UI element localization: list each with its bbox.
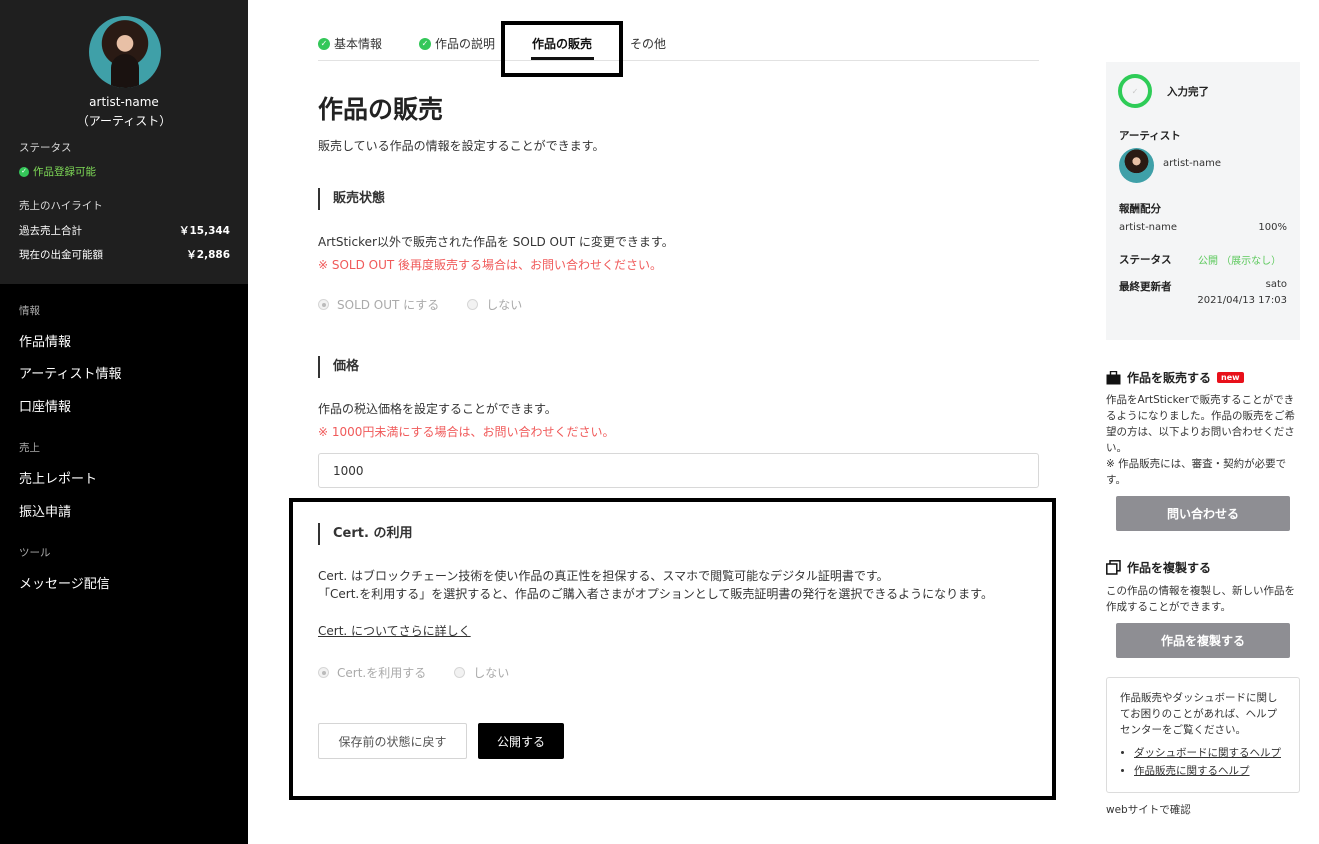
radio-circle[interactable] [454, 667, 466, 678]
sidebar-profile: artist-name （アーティスト） ステータス ✓ 作品登録可能 売上のハ… [0, 0, 248, 284]
status-badge: ✓ 作品登録可能 [19, 164, 96, 179]
help-links: ダッシュボードに関するヘルプ 作品販売に関するヘルプ [1120, 744, 1286, 780]
artist-name: artist-name [89, 95, 159, 109]
annotation-box-tab [501, 21, 623, 77]
check-icon: ✓ [19, 166, 29, 177]
page-description: 販売している作品の情報を設定することができます。 [318, 139, 605, 153]
section-heading-sale-status: 販売状態 [318, 188, 385, 210]
sidebar-item-transfer-request[interactable]: 振込申請 [19, 501, 71, 520]
duplicate-button[interactable]: 作品を複製する [1116, 623, 1290, 658]
price-input[interactable] [318, 453, 1039, 488]
tab-other[interactable]: その他 [630, 35, 666, 52]
updated-by: sato [1265, 279, 1287, 290]
radio-label: しない [473, 666, 510, 680]
progress-label: 入力完了 [1167, 86, 1209, 98]
radio-circle[interactable] [318, 299, 329, 310]
page-title: 作品の販売 [318, 95, 444, 124]
highlight-label: 売上のハイライト [19, 200, 103, 212]
contact-button[interactable]: 問い合わせる [1116, 496, 1290, 531]
radio-use-cert[interactable]: Cert.を利用する [318, 664, 426, 681]
summary-card: ✓ 入力完了 アーティスト artist-name 報酬配分 artist-na… [1106, 62, 1300, 340]
copy-heading: 作品を複製する [1106, 559, 1211, 576]
price-text: 作品の税込価格を設定することができます。 [318, 402, 557, 416]
copy-description: この作品の情報を複製し、新しい作品を作成することができます。 [1106, 585, 1295, 613]
artist-name: artist-name [1163, 158, 1222, 169]
briefcase-icon [1106, 370, 1121, 385]
radio-label: しない [486, 298, 523, 312]
radio-circle[interactable] [318, 667, 329, 678]
tab-basic-info[interactable]: ✓ 基本情報 [318, 35, 382, 52]
section-tools: ツール [19, 547, 51, 559]
withdrawable-row: 現在の出金可能額 ￥2,886 [19, 247, 230, 262]
progress-ring-icon: ✓ [1118, 74, 1152, 108]
copy-heading-text: 作品を複製する [1127, 561, 1212, 575]
sale-status-radio-group: SOLD OUT にする しない [318, 296, 522, 313]
help-box: 作品販売やダッシュボードに関してお困りのことがあれば、ヘルプセンターをご覧くださ… [1106, 677, 1300, 793]
help-link-sales[interactable]: 作品販売に関するヘルプ [1134, 762, 1286, 780]
cert-text-1: Cert. はブロックチェーン技術を使い作品の真正性を担保する、スマホで閲覧可能… [318, 569, 889, 583]
withdrawable-value: ￥2,886 [186, 249, 230, 261]
help-link-dashboard[interactable]: ダッシュボードに関するヘルプ [1134, 744, 1286, 762]
revert-button[interactable]: 保存前の状態に戻す [318, 723, 467, 759]
radio-no-cert[interactable]: しない [454, 664, 509, 681]
web-confirm-link[interactable]: webサイトで確認 [1106, 802, 1191, 817]
radio-sold-out[interactable]: SOLD OUT にする [318, 296, 439, 313]
share-label: 報酬配分 [1119, 203, 1161, 215]
status-label: ステータス [19, 142, 72, 154]
avatar[interactable] [89, 16, 161, 88]
total-sales-label: 過去売上合計 [19, 225, 82, 237]
cert-learn-more-link[interactable]: Cert. についてさらに詳しく [318, 622, 471, 639]
sidebar-item-artwork-info[interactable]: 作品情報 [19, 331, 71, 350]
radio-not-sold-out[interactable]: しない [467, 296, 522, 313]
tab-bar: ✓ 基本情報 ✓ 作品の説明 作品の販売 その他 [318, 30, 1039, 61]
cert-radio-group: Cert.を利用する しない [318, 664, 509, 681]
tab-label: 基本情報 [334, 37, 383, 51]
tab-label: 作品の説明 [435, 37, 496, 51]
avatar [1119, 148, 1154, 183]
sell-heading-text: 作品を販売する [1127, 371, 1212, 385]
sidebar-item-sales-report[interactable]: 売上レポート [19, 468, 97, 487]
section-info: 情報 [19, 305, 40, 317]
artist-label: アーティスト [1119, 130, 1181, 142]
updated-label: 最終更新者 [1119, 281, 1172, 293]
help-text: 作品販売やダッシュボードに関してお困りのことがあれば、ヘルプセンターをご覧くださ… [1120, 692, 1278, 736]
total-sales-row: 過去売上合計 ￥15,344 [19, 223, 230, 238]
tab-label: その他 [630, 37, 667, 51]
sale-status-text: ArtSticker以外で販売された作品を SOLD OUT に変更できます。 [318, 235, 674, 249]
radio-label: SOLD OUT にする [337, 298, 440, 312]
section-heading-cert: Cert. の利用 [318, 523, 412, 545]
updated-at: 2021/04/13 17:03 [1197, 295, 1287, 306]
sell-note: ※ 作品販売には、審査・契約が必要です。 [1106, 458, 1287, 486]
section-heading-price: 価格 [318, 356, 359, 378]
price-warning: ※ 1000円未満にする場合は、お問い合わせください。 [318, 425, 615, 439]
sell-description: 作品をArtStickerで販売することができるようになりました。作品の販売をご… [1106, 394, 1295, 454]
publish-button[interactable]: 公開する [478, 723, 564, 759]
status-badge: 公開 （展示なし） [1198, 256, 1282, 267]
status-label: ステータス [1119, 254, 1172, 266]
total-sales-value: ￥15,344 [178, 225, 230, 237]
sidebar-item-artist-info[interactable]: アーティスト情報 [19, 363, 121, 382]
radio-label: Cert.を利用する [337, 666, 427, 680]
new-badge: new [1217, 372, 1244, 383]
share-percent: 100% [1258, 222, 1287, 233]
radio-circle[interactable] [467, 299, 479, 310]
sidebar-item-account-info[interactable]: 口座情報 [19, 396, 71, 415]
share-name: artist-name [1119, 222, 1178, 233]
check-icon: ✓ [419, 37, 431, 50]
section-sales: 売上 [19, 442, 40, 454]
artist-role: （アーティスト） [76, 114, 172, 128]
sale-status-warning: ※ SOLD OUT 後再度販売する場合は、お問い合わせください。 [318, 258, 663, 272]
status-value: 作品登録可能 [33, 166, 96, 178]
sidebar-item-message[interactable]: メッセージ配信 [19, 573, 110, 592]
tab-description[interactable]: ✓ 作品の説明 [419, 35, 495, 52]
copy-icon [1106, 560, 1121, 575]
check-icon: ✓ [318, 37, 330, 50]
cert-text-2: 「Cert.を利用する」を選択すると、作品のご購入者さまがオプションとして販売証… [318, 587, 993, 601]
sidebar: artist-name （アーティスト） ステータス ✓ 作品登録可能 売上のハ… [0, 0, 248, 844]
sell-heading: 作品を販売する new [1106, 369, 1244, 386]
withdrawable-label: 現在の出金可能額 [19, 249, 103, 261]
